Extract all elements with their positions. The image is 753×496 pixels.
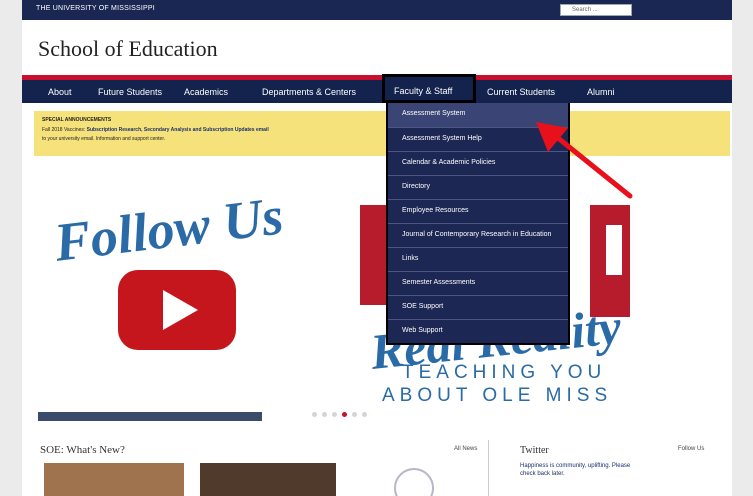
slider-dots — [312, 411, 382, 419]
dropdown-item-links[interactable]: Links — [388, 247, 568, 271]
dropdown-item-label: Journal of Contemporary Research in Educ… — [402, 231, 552, 238]
annotation-arrow — [536, 122, 633, 199]
banner-heading: SPECIAL ANNOUNCEMENTS — [42, 117, 112, 123]
dropdown-item-label: Semester Assessments — [402, 279, 476, 286]
slider-dot[interactable] — [362, 412, 367, 417]
dropdown-item-label: Web Support — [402, 327, 443, 334]
dropdown-item-label: Assessment System Help — [402, 135, 482, 142]
nav-item-current-students[interactable]: Current Students — [487, 87, 555, 97]
news-heading: SOE: What's New? — [40, 444, 125, 456]
slider-dot[interactable] — [342, 412, 347, 417]
twitter-follow-link[interactable]: Follow Us — [678, 446, 704, 452]
browser-page: THE UNIVERSITY OF MISSISSIPPI Search ...… — [0, 0, 753, 496]
teaching-you-text: TEACHING YOU — [402, 362, 607, 383]
dropdown-item-soe-support[interactable]: SOE Support — [388, 295, 568, 319]
search-input[interactable]: Search ... — [560, 4, 632, 16]
university-link[interactable]: THE UNIVERSITY OF MISSISSIPPI — [36, 5, 155, 12]
hero-caption-bar — [38, 412, 262, 421]
tweet-line1: Happiness is community, uplifting. Pleas… — [520, 463, 631, 469]
column-divider — [488, 440, 489, 496]
banner-links[interactable]: Subscription Research, Secondary Analysi… — [87, 127, 269, 133]
about-ole-miss-text: ABOUT OLE MISS — [382, 385, 613, 406]
news-photo[interactable] — [200, 463, 336, 496]
slider-dot[interactable] — [332, 412, 337, 417]
banner-text: Fall 2018 Vaccines: Subscription Researc… — [42, 126, 269, 144]
dropdown-item-web-support[interactable]: Web Support — [388, 319, 568, 343]
nav-item-academics[interactable]: Academics — [184, 87, 228, 97]
slider-dot[interactable] — [352, 412, 357, 417]
follow-us-text: Follow Us — [51, 185, 287, 273]
dropdown-item-label: Assessment System — [402, 110, 466, 117]
tweet-line2: check back later. — [520, 471, 565, 477]
youtube-icon[interactable] — [118, 270, 236, 350]
main-nav: About Future Students Academics Departme… — [22, 80, 732, 103]
nav-item-faculty-staff-label: Faculty & Staff — [394, 86, 453, 96]
dropdown-item-label: Links — [402, 255, 419, 262]
seal-logo — [394, 468, 434, 496]
tweet-text: Happiness is community, uplifting. Pleas… — [520, 462, 630, 478]
school-title[interactable]: School of Education — [38, 36, 218, 62]
nav-item-faculty-staff[interactable]: Faculty & Staff — [382, 74, 476, 103]
all-news-link[interactable]: All News — [454, 446, 477, 452]
dropdown-item-label: Employee Resources — [402, 207, 469, 214]
banner-line2: to your university email. Information an… — [42, 136, 166, 142]
dropdown-item-journal-of-contemporary-research-in-education[interactable]: Journal of Contemporary Research in Educ… — [388, 223, 568, 247]
dropdown-item-label: SOE Support — [402, 303, 444, 310]
banner-line1-prefix: Fall 2018 Vaccines: — [42, 127, 87, 133]
slider-dot[interactable] — [312, 412, 317, 417]
nav-item-alumni[interactable]: Alumni — [587, 87, 615, 97]
school-site: THE UNIVERSITY OF MISSISSIPPI Search ...… — [22, 0, 732, 496]
real-reality-graphic-inner — [606, 225, 622, 275]
dropdown-item-semester-assessments[interactable]: Semester Assessments — [388, 271, 568, 295]
dropdown-item-label: Calendar & Academic Policies — [402, 159, 496, 166]
news-photo[interactable] — [44, 463, 184, 496]
slider-dot[interactable] — [322, 412, 327, 417]
nav-item-future-students[interactable]: Future Students — [98, 87, 162, 97]
nav-item-about[interactable]: About — [48, 87, 72, 97]
nav-item-departments-centers[interactable]: Departments & Centers — [262, 87, 356, 97]
dropdown-item-label: Directory — [402, 183, 431, 190]
twitter-heading: Twitter — [520, 445, 549, 456]
